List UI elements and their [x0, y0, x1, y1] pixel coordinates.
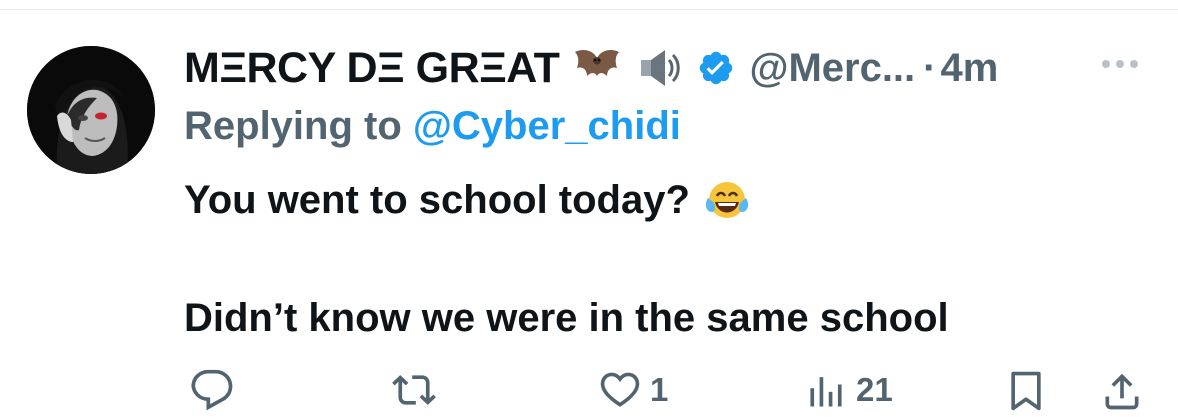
bat-emoji-icon — [573, 46, 621, 90]
more-dot-icon — [1130, 60, 1138, 68]
more-dot-icon — [1116, 60, 1124, 68]
tweet-text-line-2: Didn’t know we were in the same school — [184, 296, 949, 340]
share-button[interactable] — [1100, 368, 1144, 414]
tweet-text-line-1: You went to school today? — [184, 178, 750, 223]
reply-icon — [191, 369, 233, 411]
share-icon — [1105, 373, 1139, 410]
display-name[interactable]: MΞRCY DΞ GRΞAT — [184, 44, 560, 93]
reply-to-handle-link[interactable]: @Cyber_chidi — [413, 104, 681, 148]
retweet-button[interactable] — [390, 368, 438, 412]
replying-to: Replying to @Cyber_chidi — [184, 104, 681, 149]
reply-button[interactable] — [190, 368, 234, 412]
separator-dot: · — [923, 45, 937, 90]
views-count: 21 — [856, 371, 893, 408]
like-count: 1 — [650, 371, 669, 408]
views-icon — [810, 377, 842, 407]
top-divider — [0, 9, 1178, 10]
heart-icon — [600, 372, 640, 407]
laughing-emoji-icon — [704, 180, 750, 222]
verified-badge-icon[interactable] — [697, 49, 735, 87]
more-dot-icon — [1102, 60, 1110, 68]
tweet-text-1: You went to school today? — [184, 178, 690, 222]
bookmark-icon — [1011, 371, 1041, 411]
speaker-emoji-icon — [635, 46, 683, 90]
author-handle[interactable]: @Merc... — [749, 46, 915, 91]
reply-prefix: Replying to — [184, 104, 402, 148]
retweet-icon — [392, 375, 436, 405]
tweet-actions-bar: 1 21 — [0, 368, 1178, 417]
bookmark-button[interactable] — [1004, 368, 1048, 414]
views-button[interactable]: 21 — [804, 368, 893, 412]
timestamp[interactable]: 4m — [941, 46, 999, 91]
avatar[interactable] — [27, 46, 155, 174]
tweet-header: MΞRCY DΞ GRΞAT @Merc... · 4m — [184, 40, 998, 96]
more-options-button[interactable] — [1102, 60, 1138, 68]
like-button[interactable]: 1 — [598, 368, 668, 412]
avatar-image — [27, 46, 155, 174]
